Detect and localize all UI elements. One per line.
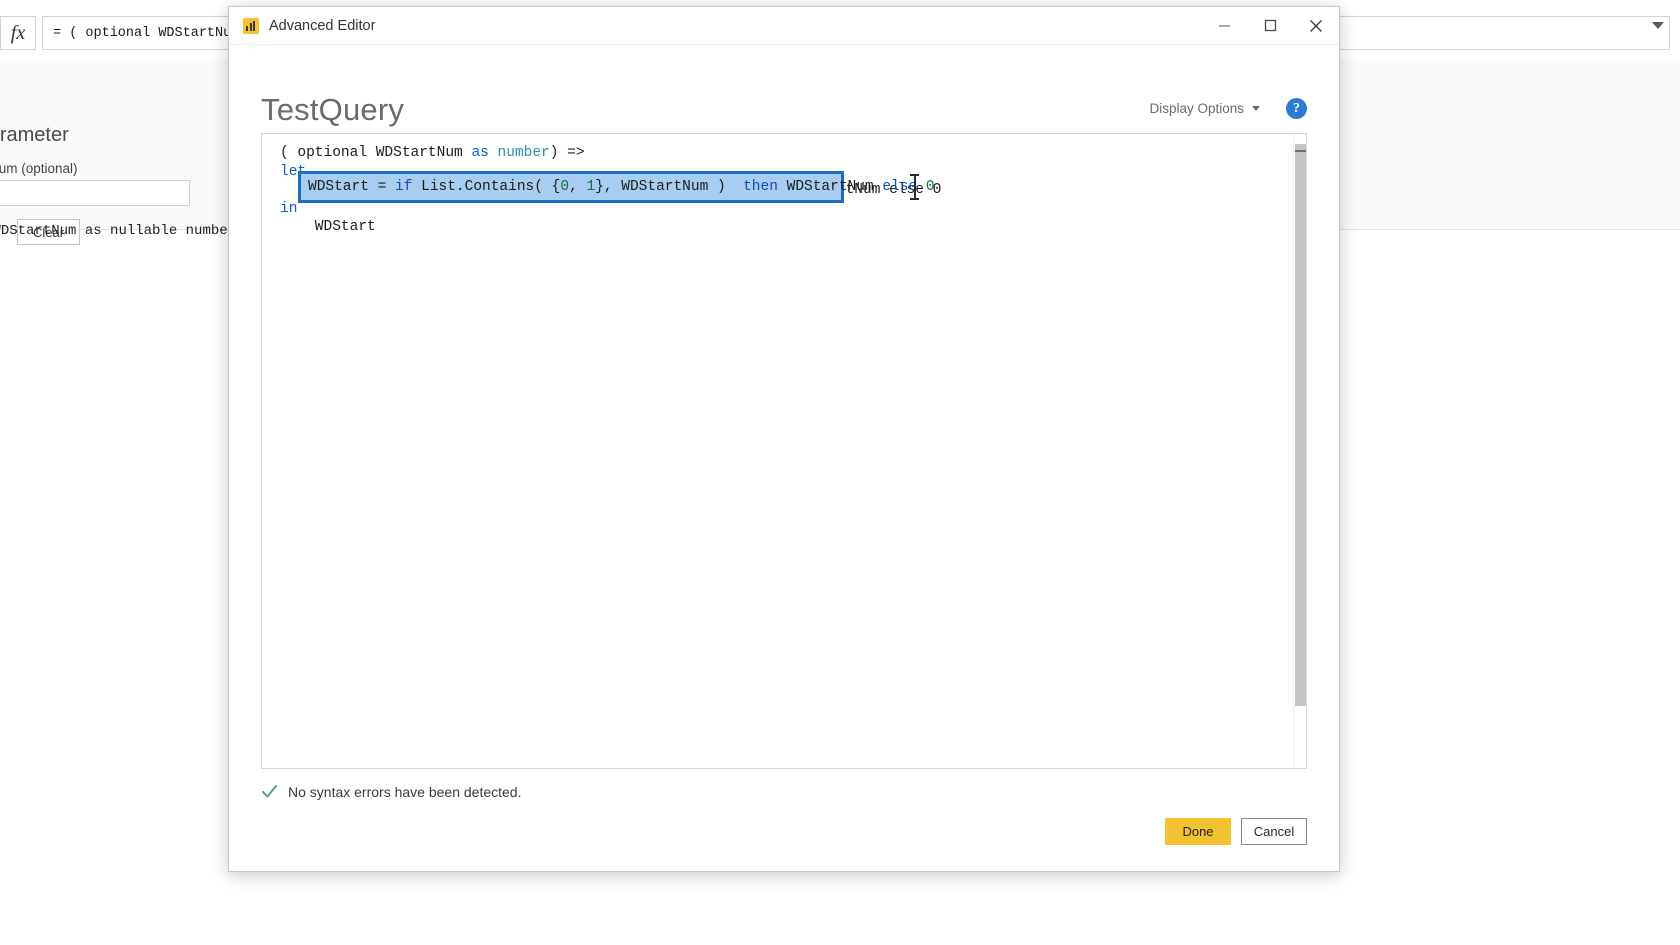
code-line[interactable]: ( optional WDStartNum as number) => (262, 144, 1293, 163)
status-row: No syntax errors have been detected. (261, 783, 1307, 800)
dialog-footer: Done Cancel (229, 818, 1339, 871)
function-signature: optional WDStartNum as nullable number (0, 222, 236, 239)
display-options-label: Display Options (1149, 101, 1244, 116)
chevron-down-icon (1252, 106, 1260, 111)
checkmark-icon (261, 784, 278, 798)
code-area[interactable]: ( optional WDStartNum as number) =>let W… (262, 134, 1293, 768)
fx-glyph: fx (10, 21, 26, 44)
fx-icon[interactable]: fx (0, 16, 36, 50)
code-token: WDStartNum (777, 179, 883, 195)
code-token: ( optional WDStartNum (280, 145, 472, 161)
done-button-label: Done (1182, 824, 1214, 839)
text-cursor-icon (910, 174, 919, 200)
code-token: , (569, 179, 587, 195)
page-title: TestQuery (261, 92, 405, 127)
code-token: as (471, 145, 489, 161)
selected-code-line[interactable]: WDStart = if List.Contains( {0, 1}, WDSt… (298, 171, 935, 203)
done-button[interactable]: Done (1165, 818, 1231, 845)
dialog-title: Advanced Editor (269, 17, 376, 34)
code-token: 1 (586, 179, 596, 195)
code-editor[interactable]: ( optional WDStartNum as number) =>let W… (261, 133, 1307, 769)
cancel-button[interactable]: Cancel (1241, 818, 1307, 845)
close-icon[interactable] (1293, 7, 1339, 44)
code-token: List.Contains( { (412, 179, 561, 195)
dialog-titlebar: Advanced Editor (229, 7, 1339, 45)
code-token: then (743, 179, 778, 195)
cancel-button-label: Cancel (1253, 824, 1295, 839)
status-text: No syntax errors have been detected. (288, 783, 522, 800)
code-token: in (280, 200, 298, 217)
function-signature-rest: WDStartNum as nullable number (0, 223, 237, 239)
code-token: 0 (560, 179, 570, 195)
header-actions: Display Options ? (1149, 98, 1307, 133)
parameter-field-label: WDStartNum (optional) (0, 161, 78, 176)
code-token: WDStart (280, 219, 376, 235)
power-bi-icon (243, 17, 259, 34)
minimize-icon[interactable] (1201, 7, 1247, 44)
chevron-down-icon[interactable] (1652, 22, 1664, 29)
code-token: WDStart = (308, 179, 396, 195)
code-token: if (395, 179, 413, 195)
code-token: }, WDStartNum ) (595, 179, 744, 195)
parameter-panel-title: Enter Parameter (0, 124, 69, 146)
scrollbar-thumb[interactable] (1295, 144, 1306, 706)
maximize-icon[interactable] (1247, 7, 1293, 44)
help-icon[interactable]: ? (1286, 98, 1307, 119)
parameter-field-input[interactable]: 123 (0, 180, 190, 206)
help-icon-glyph: ? (1293, 100, 1300, 116)
code-token: ) => (549, 145, 585, 161)
vertical-scrollbar[interactable] (1293, 134, 1306, 768)
code-token: 0 (925, 179, 935, 195)
code-token: number (497, 145, 550, 161)
dialog-header: TestQuery Display Options ? (229, 45, 1339, 133)
display-options-dropdown[interactable]: Display Options (1149, 101, 1260, 116)
code-line[interactable]: WDStart (262, 218, 1293, 237)
advanced-editor-dialog: Advanced Editor TestQuery Display Option… (228, 6, 1340, 872)
